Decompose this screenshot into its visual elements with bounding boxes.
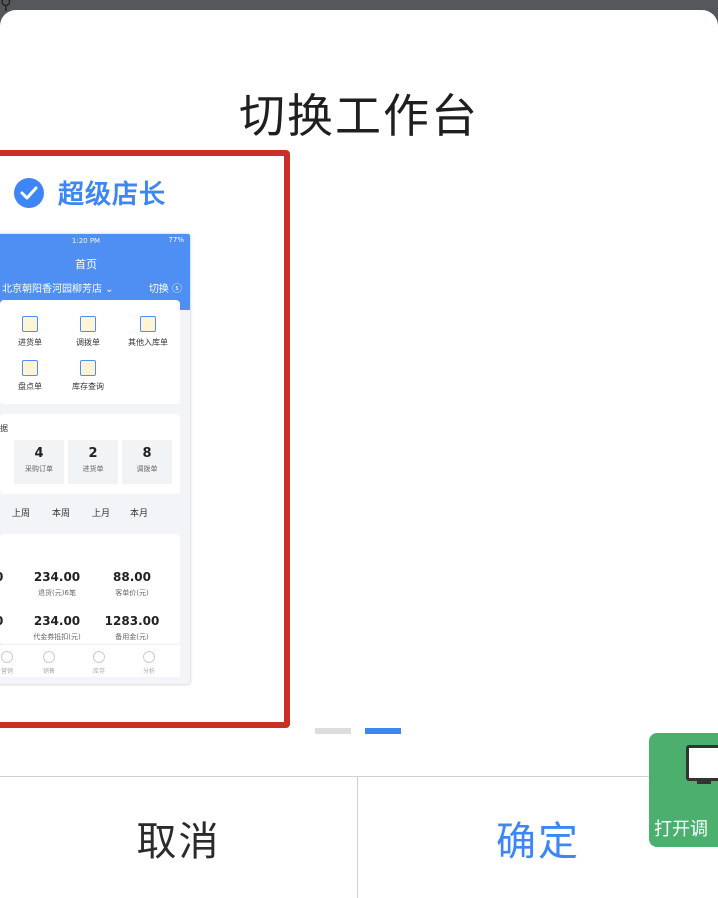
preview-tab: 分析 xyxy=(134,651,164,675)
open-debug-floating-button[interactable]: 打开调 xyxy=(649,733,718,847)
preview-stat: 88.00 客单价(元) xyxy=(113,570,151,597)
preview-tab: 营销 xyxy=(0,651,22,675)
dialog-title: 切换工作台 xyxy=(239,89,479,143)
preview-switch-label: 切换 ⓢ xyxy=(148,284,182,295)
preview-data-label: 据 xyxy=(0,424,8,433)
preview-status-time: 1:20 PM xyxy=(71,237,101,245)
preview-stat: 1283.00 备用金(元) xyxy=(104,614,160,641)
preview-stat: 234.00 退货(元)6笔 xyxy=(33,570,81,597)
stocktake-icon xyxy=(22,360,38,376)
preview-header: 1:20 PM 77% 首页 北京朝阳香河园柳芳店 ⌄ 切换 ⓢ xyxy=(0,234,190,310)
page-indicator xyxy=(315,728,401,734)
preview-quick-actions: 进货单 调拨单 其他入库单 盘点单 库存查询 xyxy=(0,300,180,404)
marketing-icon xyxy=(1,651,13,663)
preview-tab: 库存 xyxy=(84,651,114,675)
check-circle-icon xyxy=(14,177,44,208)
preview-period: 上月 xyxy=(92,509,111,519)
inbound-icon xyxy=(140,316,156,332)
preview-period: 本月 xyxy=(130,509,149,519)
role-header: 超级店长 xyxy=(14,174,166,211)
sales-icon xyxy=(43,651,55,663)
dialog-footer: 取消 确定 xyxy=(0,776,718,898)
preview-data-cell: 2 进货单 xyxy=(68,440,118,484)
role-name: 超级店长 xyxy=(58,180,167,210)
preview-period: 本周 xyxy=(52,509,71,519)
preview-data-cell: 8 调拨单 xyxy=(122,440,172,484)
transfer-icon xyxy=(80,316,96,332)
floating-button-label: 打开调 xyxy=(654,819,708,840)
preview-quick-item: 其他入库单 xyxy=(118,316,178,348)
cancel-button[interactable]: 取消 xyxy=(0,777,358,898)
preview-stats-panel: 00笔 234.00退货(元)6笔 88.00客单价(元) 00) 234.00… xyxy=(0,534,180,644)
receipt-icon xyxy=(22,316,38,332)
monitor-icon xyxy=(686,745,718,784)
preview-store-name: 北京朝阳香河园柳芳店 ⌄ xyxy=(2,284,114,295)
analytics-icon xyxy=(143,651,155,663)
workspace-card-selected[interactable]: 超级店长 1:20 PM 77% 首页 北京朝阳香河园柳芳店 ⌄ 切换 ⓢ 进货… xyxy=(0,150,290,728)
preview-tab: 销售 xyxy=(34,651,64,675)
preview-data-cell: 4 采购订单 xyxy=(14,440,64,484)
preview-title: 首页 xyxy=(75,258,97,271)
preview-battery: 77% xyxy=(168,236,184,244)
page-dot-active[interactable] xyxy=(365,728,401,734)
inventory-icon xyxy=(93,651,105,663)
page-dot[interactable] xyxy=(315,728,351,734)
preview-quick-item: 进货单 xyxy=(0,316,60,348)
preview-quick-item: 库存查询 xyxy=(58,360,118,392)
workspace-preview-image: 1:20 PM 77% 首页 北京朝阳香河园柳芳店 ⌄ 切换 ⓢ 进货单 调拨单… xyxy=(0,234,190,684)
preview-quick-item: 调拨单 xyxy=(58,316,118,348)
preview-quick-item: 盘点单 xyxy=(0,360,60,392)
preview-stat: 234.00 代金券抵扣(元) xyxy=(33,614,81,641)
warehouse-icon xyxy=(80,360,96,376)
preview-tab-bar: 营销 销售 库存 分析 xyxy=(0,644,180,677)
switch-workspace-dialog: 切换工作台 超级店长 1:20 PM 77% 首页 北京朝阳香河园柳芳店 ⌄ 切… xyxy=(0,10,718,898)
preview-data-panel: 据 4 采购订单 2 进货单 8 调拨单 xyxy=(0,414,180,494)
preview-period: 上周 xyxy=(12,509,31,519)
